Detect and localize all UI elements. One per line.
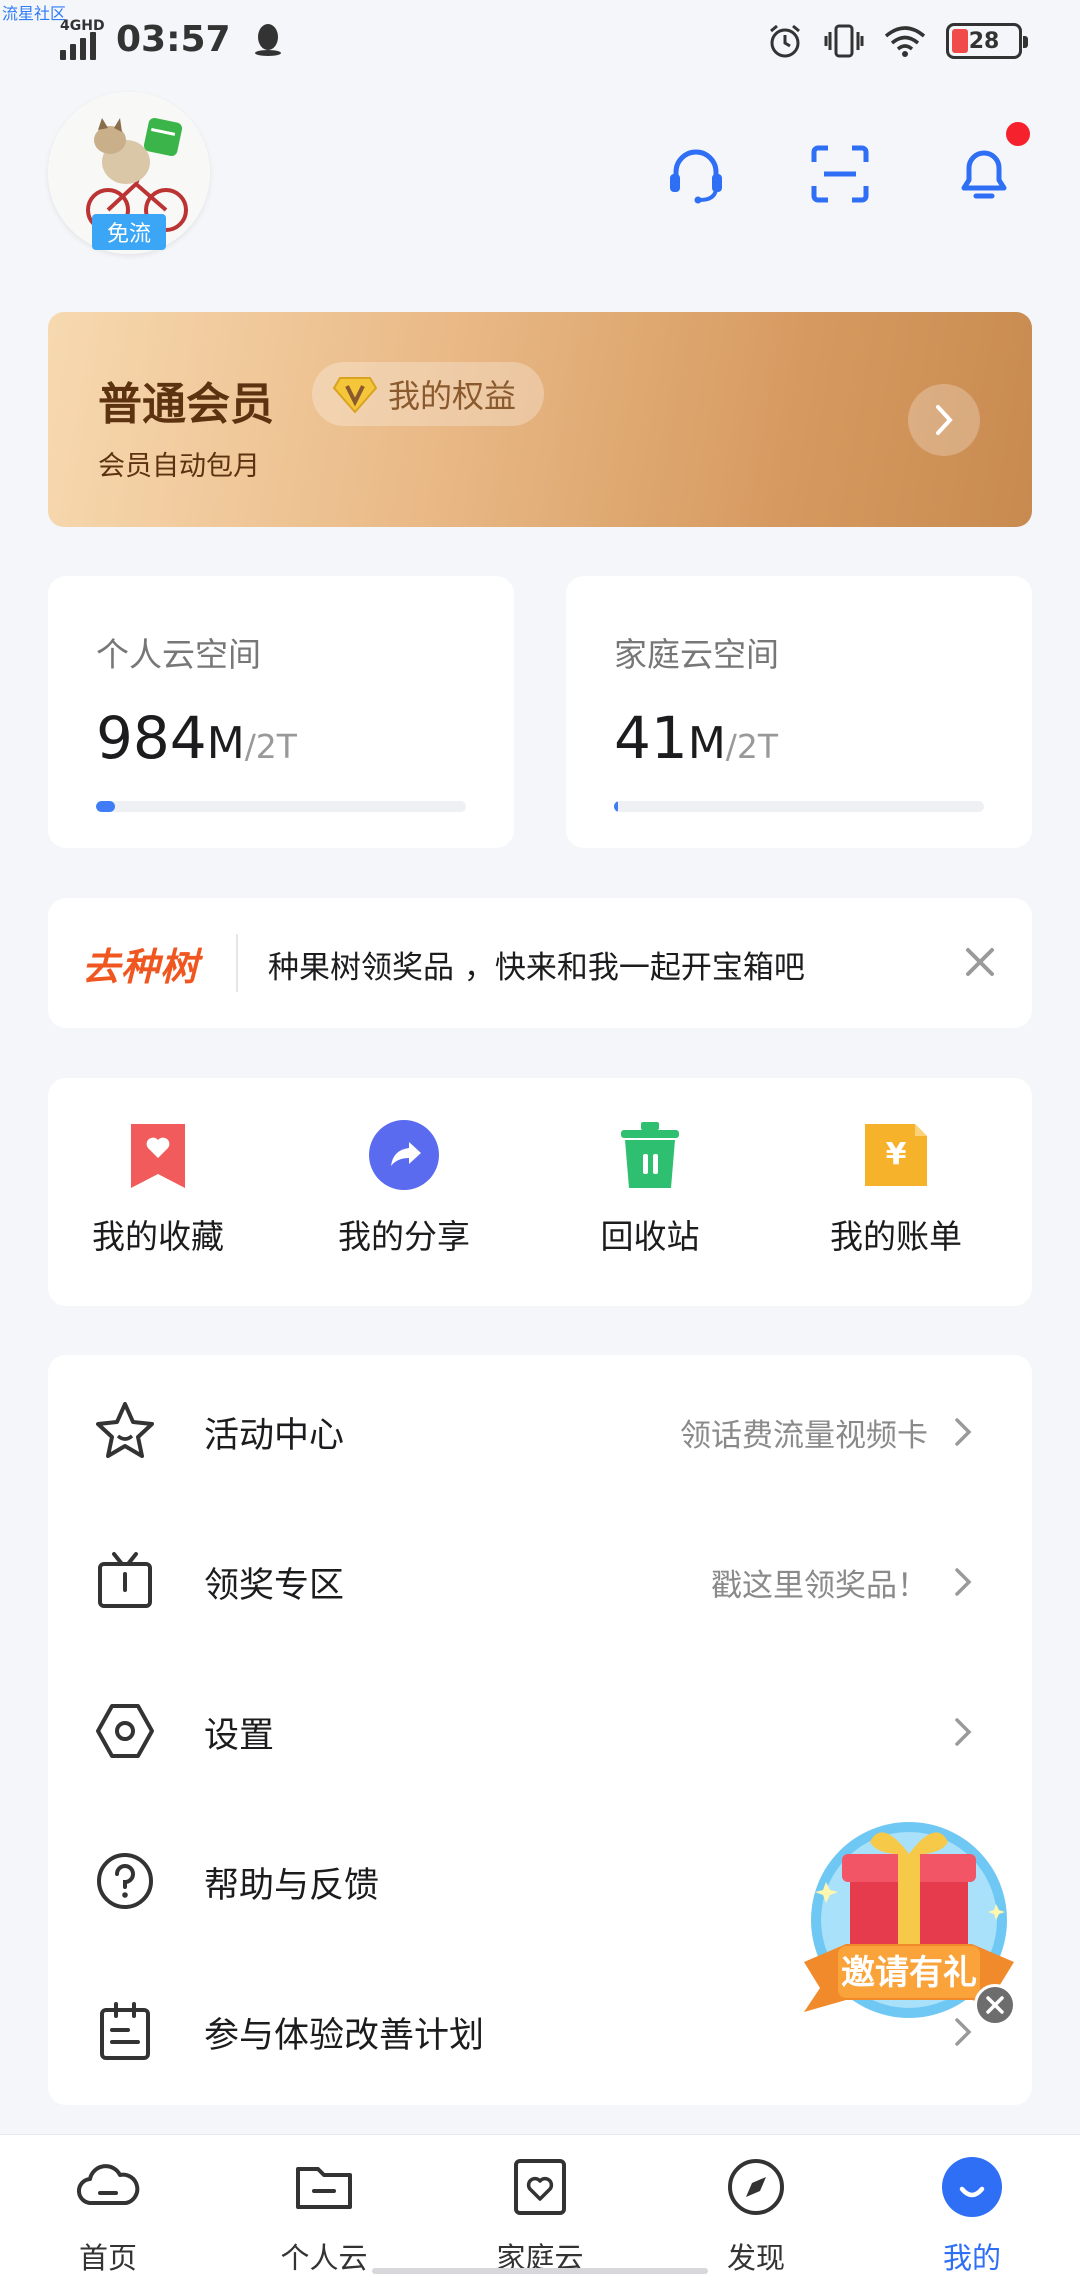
bookmark-heart-icon <box>131 1124 185 1188</box>
wifi-icon <box>884 26 926 57</box>
member-arrow-button[interactable] <box>908 384 980 456</box>
family-storage-card[interactable]: 家庭云空间 41 M /2T <box>566 576 1032 848</box>
family-cloud-icon <box>514 2159 566 2215</box>
chevron-right-icon <box>955 1718 972 1746</box>
personal-storage-bar <box>96 801 466 812</box>
status-time: 03:57 <box>116 18 231 60</box>
nav-home[interactable]: 首页 <box>38 2155 178 2277</box>
my-bills-button[interactable]: ¥ 我的账单 <box>786 1118 1006 1258</box>
personal-storage-usage: 984 M /2T <box>96 704 297 772</box>
clipboard-icon <box>100 2002 150 2060</box>
alarm-icon <box>770 24 800 58</box>
member-card[interactable]: 普通会员 我的权益 会员自动包月 <box>48 312 1032 527</box>
benefits-chip[interactable]: 我的权益 <box>312 362 545 426</box>
chevron-right-icon <box>955 1568 972 1596</box>
invite-close-button[interactable] <box>974 1984 1016 2026</box>
battery-icon: 28 <box>946 23 1028 59</box>
signal-icon: 4GHD <box>60 18 106 60</box>
bill-icon: ¥ <box>865 1124 927 1186</box>
family-storage-usage: 41 M /2T <box>614 704 779 772</box>
menu-hint: 领话费流量视频卡 <box>680 1418 928 1454</box>
personal-storage-label: 个人云空间 <box>96 635 261 674</box>
close-icon[interactable] <box>958 940 1002 984</box>
vip-diamond-icon <box>332 377 378 414</box>
star-icon <box>96 1402 154 1458</box>
scan-icon <box>811 145 869 203</box>
banner-text: 种果树领奖品 ，快来和我一起开宝箱吧 <box>268 950 805 986</box>
menu-item-prize-zone[interactable]: 领奖专区 戳这里领奖品！ <box>48 1505 1032 1655</box>
vibrate-icon <box>824 24 864 58</box>
benefits-label: 我的权益 <box>388 377 517 415</box>
plant-tree-logo: 去种树 <box>82 945 200 989</box>
chevron-right-icon <box>955 1418 972 1446</box>
free-traffic-badge: 免流 <box>92 214 166 250</box>
compass-icon <box>728 2159 784 2215</box>
close-icon <box>986 1996 1004 2014</box>
notification-button[interactable] <box>948 138 1020 210</box>
personal-storage-card[interactable]: 个人云空间 984 M /2T <box>48 576 514 848</box>
invite-text: 邀请有礼 <box>841 1953 977 1993</box>
settings-icon <box>96 1704 154 1758</box>
my-shares-button[interactable]: 我的分享 <box>294 1118 514 1258</box>
nav-personal-cloud[interactable]: 个人云 <box>254 2155 394 2277</box>
bottom-nav: 首页 个人云 家庭云 发现 我的 <box>0 2134 1080 2280</box>
bell-icon <box>961 150 1007 199</box>
customer-service-button[interactable] <box>660 138 732 210</box>
nav-family-cloud[interactable]: 家庭云 <box>470 2155 610 2277</box>
chevron-right-icon <box>936 405 953 435</box>
tv-gift-icon <box>98 1552 152 1608</box>
menu-hint: 戳这里领奖品！ <box>711 1568 928 1604</box>
battery-level: 28 <box>968 28 1000 54</box>
trash-icon <box>621 1122 679 1188</box>
scan-button[interactable] <box>804 138 876 210</box>
notification-dot <box>1006 122 1030 146</box>
menu-item-settings[interactable]: 设置 <box>48 1655 1032 1805</box>
member-level: 普通会员 <box>98 379 274 430</box>
promo-banner[interactable]: 去种树 种果树领奖品 ，快来和我一起开宝箱吧 <box>48 898 1032 1028</box>
recycle-bin-button[interactable]: 回收站 <box>540 1118 760 1258</box>
profile-icon <box>942 2157 1002 2217</box>
nav-discover[interactable]: 发现 <box>686 2155 826 2277</box>
my-favorites-button[interactable]: 我的收藏 <box>48 1118 268 1258</box>
help-icon <box>97 1853 153 1909</box>
folder-icon <box>296 2167 352 2209</box>
family-storage-label: 家庭云空间 <box>614 635 779 674</box>
home-indicator <box>372 2268 708 2274</box>
cloud-icon <box>77 2164 140 2206</box>
share-icon <box>369 1120 439 1190</box>
svg-text:¥: ¥ <box>886 1137 907 1172</box>
headset-icon <box>670 149 722 204</box>
banner-divider <box>236 934 238 992</box>
family-storage-bar <box>614 801 984 812</box>
qq-icon <box>254 24 281 56</box>
status-bar: 4GHD 03:57 28 <box>0 0 1080 90</box>
nav-mine[interactable]: 我的 <box>902 2155 1042 2277</box>
quick-actions: 我的收藏 我的分享 回收站 ¥ 我的账单 <box>48 1078 1032 1306</box>
menu-item-activity-center[interactable]: 活动中心 领话费流量视频卡 <box>48 1355 1032 1505</box>
member-subtitle: 会员自动包月 <box>98 451 260 482</box>
